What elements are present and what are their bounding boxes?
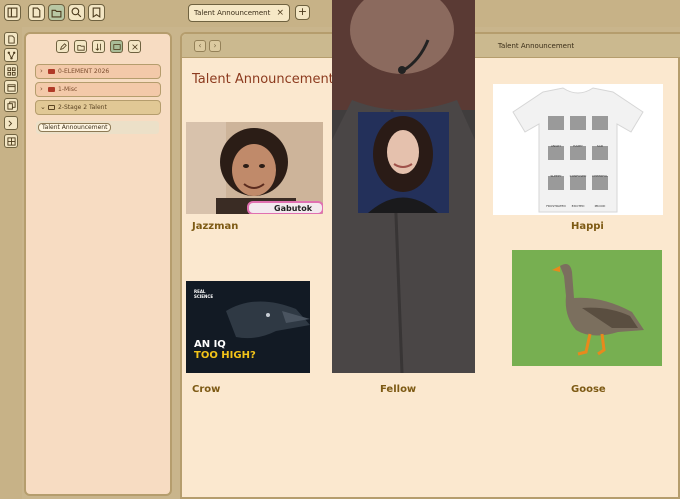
layout-icon[interactable] (4, 134, 18, 148)
shirt-label: PROUD (594, 204, 606, 208)
caption-fellow: Fellow (380, 384, 417, 395)
headshot-image (358, 112, 449, 213)
folder-label: 2-Stage 2 Talent (58, 104, 107, 111)
caption-jazzman: Jazzman (192, 221, 239, 232)
bookmark-icon[interactable] (88, 4, 105, 21)
sidebar-toggle-icon[interactable] (4, 4, 21, 21)
calendar-icon[interactable] (4, 80, 18, 94)
folder-icon (48, 87, 55, 92)
shirt-label: SLEEPY (550, 174, 562, 178)
brand-line: SCIENCE (194, 294, 214, 299)
note-talent-announcement[interactable]: Talent Announcement (38, 123, 112, 132)
shirt-label: SAD (596, 144, 604, 148)
brand-label: REAL SCIENCE (194, 289, 213, 299)
chevron-down-icon: ⌄ (40, 103, 46, 111)
folder-label: 1-Misc (58, 86, 78, 93)
folder-element-2026[interactable]: › 0-ELEMENT 2026 (35, 64, 161, 79)
terminal-icon[interactable] (4, 116, 18, 130)
new-folder-icon[interactable] (74, 40, 87, 53)
graph-icon[interactable] (4, 48, 18, 62)
thumbnail-headline: AN IQ TOO HIGH? (194, 339, 256, 361)
shirt-label: EXCITED (571, 204, 585, 208)
sort-icon[interactable] (92, 40, 105, 53)
happi-shirt-image: ANGRY HAPPY SAD SLEEPY CONFUSED CHEERFUL… (493, 84, 663, 215)
folder-misc[interactable]: › 1-Misc (35, 82, 161, 97)
folder-icon (48, 69, 55, 74)
tab-talent-announcement[interactable]: Talent Announcement × (188, 4, 290, 22)
caption-happi: Happi (571, 221, 604, 232)
folder-label: 0-ELEMENT 2026 (58, 68, 110, 75)
shirt-label: ANGRY (550, 144, 562, 148)
file-icon[interactable] (4, 32, 18, 46)
caption-goose: Goose (571, 384, 606, 395)
grid-icon[interactable] (4, 64, 18, 78)
jazzman-image: Gabutok (186, 122, 323, 214)
left-ribbon (0, 27, 22, 499)
chevron-right-icon: › (40, 67, 43, 75)
goose-image (512, 250, 662, 366)
copy-icon[interactable] (4, 98, 18, 112)
chevron-right-icon: › (40, 85, 43, 93)
search-icon[interactable] (68, 4, 85, 21)
file-explorer: › 0-ELEMENT 2026 › 1-Misc ⌄ 2-Stage 2 Talen… (24, 32, 172, 496)
thumbnail-text: Gabutok (274, 204, 313, 213)
folder-stage-2-talent[interactable]: ⌄ 2-Stage 2 Talent (35, 100, 161, 115)
close-all-icon[interactable] (128, 40, 141, 53)
folder-open-icon (48, 105, 55, 110)
shirt-label: FRUSTRATED (546, 204, 566, 208)
caption-crow: Crow (192, 384, 221, 395)
new-note-icon[interactable] (28, 4, 45, 21)
shirt-label: CONFUSED (569, 174, 587, 178)
shirt-label: CHEERFUL (592, 174, 608, 178)
headline-line: AN IQ (194, 339, 226, 350)
new-tab-button[interactable]: + (295, 5, 310, 20)
video-overlay[interactable] (332, 0, 475, 373)
close-icon[interactable]: × (276, 5, 284, 21)
folder-icon[interactable] (48, 4, 65, 21)
edit-icon[interactable] (56, 40, 69, 53)
shirt-label-grid: ANGRY HAPPY SAD SLEEPY CONFUSED CHEERFUL… (545, 131, 611, 215)
collapse-icon[interactable] (110, 40, 123, 53)
crow-image: REAL SCIENCE AN IQ TOO HIGH? (186, 281, 310, 373)
shirt-label: HAPPY (573, 144, 583, 148)
tab-label: Talent Announcement (194, 9, 271, 17)
page-title: Talent Announcement (192, 72, 334, 87)
headline-line: TOO HIGH? (194, 350, 256, 361)
